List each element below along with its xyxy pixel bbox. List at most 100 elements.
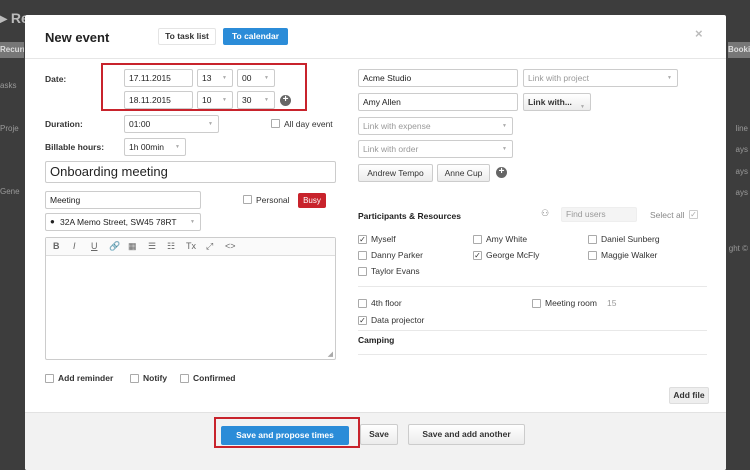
all-day-checkbox[interactable] bbox=[271, 119, 280, 128]
participant-checkbox-maggie-walker[interactable] bbox=[588, 251, 597, 260]
end-date-input[interactable]: 18.11.2015 bbox=[124, 91, 193, 109]
resource-checkbox-data-projector[interactable]: ✓ bbox=[358, 316, 367, 325]
divider bbox=[358, 286, 707, 287]
project-link-select[interactable]: Link with project bbox=[523, 69, 678, 87]
editor-toolbar: B I U 🔗 ▦ ☰ ☷ Tx ⤢ <> bbox=[46, 238, 335, 256]
resource-checkbox-meeting-room[interactable] bbox=[532, 299, 541, 308]
tag-anne-cup[interactable]: Anne Cup bbox=[437, 164, 490, 182]
personal-checkbox[interactable] bbox=[243, 195, 252, 204]
close-icon[interactable]: × bbox=[695, 26, 703, 41]
company-input[interactable]: Acme Studio bbox=[358, 69, 518, 87]
participant-name: Daniel Sunberg bbox=[601, 234, 660, 244]
new-event-dialog: New event To task list To calendar × Dat… bbox=[25, 15, 726, 470]
divider bbox=[358, 354, 707, 355]
background-tab-left: Recurring bbox=[0, 42, 24, 58]
bold-icon[interactable]: B bbox=[53, 241, 60, 251]
background-right-item: line bbox=[735, 124, 748, 133]
numbered-list-icon[interactable]: ☷ bbox=[167, 241, 175, 252]
background-right-item: ays bbox=[735, 145, 748, 154]
order-link-select[interactable]: Link with order bbox=[358, 140, 513, 158]
confirmed-label: Confirmed bbox=[193, 373, 236, 383]
tab-calendar[interactable]: To calendar bbox=[223, 28, 288, 45]
tab-task-list[interactable]: To task list bbox=[158, 28, 216, 45]
link-with-button[interactable]: Link with... bbox=[523, 93, 591, 115]
save-and-propose-button[interactable]: Save and propose times bbox=[221, 426, 349, 445]
busy-badge[interactable]: Busy bbox=[298, 193, 326, 208]
event-type-input[interactable]: Meeting bbox=[45, 191, 201, 209]
background-left-item: Proje bbox=[0, 124, 19, 133]
location-text: 32A Memo Street, SW45 78RT bbox=[60, 217, 177, 227]
participant-checkbox-george-mcfly[interactable]: ✓ bbox=[473, 251, 482, 260]
image-icon[interactable]: ▦ bbox=[128, 241, 137, 252]
notify-checkbox[interactable] bbox=[130, 374, 139, 383]
duration-label: Duration: bbox=[45, 119, 83, 129]
background-right-item: ght © bbox=[728, 244, 748, 253]
resource-checkbox-4th-floor[interactable] bbox=[358, 299, 367, 308]
start-minute-select[interactable]: 00 bbox=[237, 69, 275, 87]
save-add-another-button[interactable]: Save and add another bbox=[408, 424, 525, 445]
confirmed-checkbox[interactable] bbox=[180, 374, 189, 383]
billable-label: Billable hours: bbox=[45, 142, 105, 152]
description-editor[interactable]: B I U 🔗 ▦ ☰ ☷ Tx ⤢ <> ◢ bbox=[45, 237, 336, 360]
bullet-list-icon[interactable]: ☰ bbox=[148, 241, 156, 252]
expense-link-select[interactable]: Link with expense bbox=[358, 117, 513, 135]
background-right-item: ays bbox=[735, 167, 748, 176]
resource-name: Meeting room bbox=[545, 298, 597, 308]
all-day-label: All day event bbox=[284, 119, 333, 129]
participant-name: Taylor Evans bbox=[371, 266, 420, 276]
add-reminder-label: Add reminder bbox=[58, 373, 114, 383]
link-icon[interactable]: 🔗 bbox=[109, 241, 120, 252]
personal-label: Personal bbox=[256, 195, 290, 205]
resize-handle-icon[interactable]: ◢ bbox=[328, 350, 333, 358]
location-select[interactable]: ● 32A Memo Street, SW45 78RT bbox=[45, 213, 201, 231]
location-pin-icon: ● bbox=[50, 217, 55, 226]
add-date-icon[interactable]: + bbox=[280, 95, 291, 106]
resource-name: Data projector bbox=[371, 315, 425, 325]
participant-checkbox-daniel-sunberg[interactable] bbox=[588, 235, 597, 244]
find-users-input[interactable]: Find users bbox=[561, 207, 637, 222]
participant-name: Maggie Walker bbox=[601, 250, 658, 260]
background-tab-right: Bookings bbox=[728, 42, 750, 58]
date-label: Date: bbox=[45, 74, 67, 84]
dialog-title: New event bbox=[45, 30, 110, 45]
contact-input[interactable]: Amy Allen bbox=[358, 93, 518, 111]
source-code-icon[interactable]: <> bbox=[225, 241, 236, 251]
users-icon: ⚇ bbox=[541, 208, 550, 218]
italic-icon[interactable]: I bbox=[73, 241, 76, 251]
dialog-header: New event To task list To calendar × bbox=[25, 15, 726, 59]
notify-label: Notify bbox=[143, 373, 168, 383]
divider bbox=[358, 330, 707, 331]
participant-name: Danny Parker bbox=[371, 250, 423, 260]
background-left-item: Gene bbox=[0, 187, 20, 196]
start-date-input[interactable]: 17.11.2015 bbox=[124, 69, 193, 87]
participant-checkbox-myself[interactable]: ✓ bbox=[358, 235, 367, 244]
resource-name: 4th floor bbox=[371, 298, 402, 308]
participant-checkbox-taylor-evans[interactable] bbox=[358, 267, 367, 276]
background-left-item: asks bbox=[0, 81, 17, 90]
underline-icon[interactable]: U bbox=[91, 241, 98, 251]
end-minute-select[interactable]: 30 bbox=[237, 91, 275, 109]
clear-format-icon[interactable]: Tx bbox=[186, 241, 196, 251]
duration-select[interactable]: 01:00 bbox=[124, 115, 219, 133]
participant-name: Myself bbox=[371, 234, 396, 244]
start-hour-select[interactable]: 13 bbox=[197, 69, 233, 87]
save-button[interactable]: Save bbox=[360, 424, 398, 445]
add-reminder-checkbox[interactable] bbox=[45, 374, 54, 383]
add-contact-icon[interactable]: + bbox=[496, 167, 507, 178]
fullscreen-icon[interactable]: ⤢ bbox=[206, 241, 213, 252]
camping-title: Camping bbox=[358, 335, 395, 345]
participant-name: Amy White bbox=[486, 234, 528, 244]
participants-title: Participants & Resources bbox=[358, 211, 461, 221]
participant-name: George McFly bbox=[486, 250, 540, 260]
billable-select[interactable]: 1h 00min bbox=[124, 138, 186, 156]
participant-checkbox-danny-parker[interactable] bbox=[358, 251, 367, 260]
select-all-checkbox[interactable]: ✓ bbox=[689, 210, 698, 219]
event-title-input[interactable]: Onboarding meeting bbox=[45, 161, 336, 183]
tag-andrew-tempo[interactable]: Andrew Tempo bbox=[358, 164, 433, 182]
add-file-button[interactable]: Add file bbox=[669, 387, 709, 404]
select-all-label: Select all bbox=[650, 210, 685, 220]
background-right-item: ays bbox=[735, 188, 748, 197]
end-hour-select[interactable]: 10 bbox=[197, 91, 233, 109]
participant-checkbox-amy-white[interactable] bbox=[473, 235, 482, 244]
resource-count: 15 bbox=[607, 298, 617, 308]
